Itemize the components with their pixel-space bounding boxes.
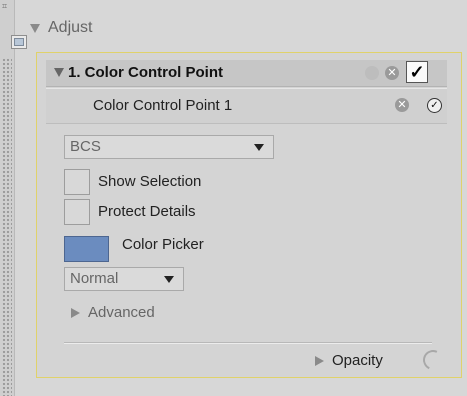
expand-triangle-icon [54,68,64,77]
dotted-rail [2,58,12,396]
ccp-title-toggle[interactable]: 1. Color Control Point [54,64,223,81]
color-swatch[interactable] [64,236,109,262]
ccp-item-row[interactable]: Color Control Point 1 ✕ ✓ [46,88,447,124]
blend-mode-dropdown[interactable]: Normal [64,267,184,291]
circle-check-icon: ✓ [430,100,439,111]
left-gutter: ⌗ [0,0,15,396]
advanced-toggle[interactable]: Advanced [71,304,155,321]
divider [64,342,432,344]
grip-icon: ⌗ [2,1,8,11]
opacity-toggle[interactable]: Opacity [315,352,383,369]
advanced-label: Advanced [88,304,155,321]
enable-checkbox[interactable]: ✓ [406,61,428,83]
blend-mode-value: Normal [70,270,119,287]
collapse-triangle-icon [30,23,40,33]
ccp-item-label: Color Control Point 1 [93,97,233,114]
panel-icon[interactable] [11,35,27,49]
close-icon: ✕ [387,67,397,79]
chevron-down-icon [164,276,174,283]
ccp-title: 1. Color Control Point [68,64,223,81]
protect-details-label: Protect Details [98,203,196,220]
delete-control-point-button[interactable]: ✕ [385,66,399,80]
close-icon: ✕ [397,99,407,111]
item-enable-toggle[interactable]: ✓ [427,98,442,113]
protect-details-checkbox[interactable] [64,199,90,225]
mode-dropdown-value: BCS [70,138,101,155]
expand-right-triangle-icon [315,355,324,366]
color-control-point-panel: 1. Color Control Point ✕ ✓ Color Control… [36,52,462,378]
mode-dropdown[interactable]: BCS [64,135,274,159]
opacity-label: Opacity [332,352,383,369]
opacity-knob[interactable] [420,347,446,373]
chevron-down-icon [254,144,264,151]
ccp-header: 1. Color Control Point ✕ ✓ [46,60,447,87]
show-selection-label: Show Selection [98,173,202,190]
delete-item-button[interactable]: ✕ [395,98,409,112]
check-icon: ✓ [409,62,425,82]
show-selection-checkbox[interactable] [64,169,90,195]
expand-right-triangle-icon [71,307,80,318]
color-picker-label: Color Picker [122,236,204,253]
adjust-section-title: Adjust [48,19,93,36]
disabled-dot-icon [365,66,379,80]
adjust-section-header[interactable]: Adjust [30,14,92,42]
